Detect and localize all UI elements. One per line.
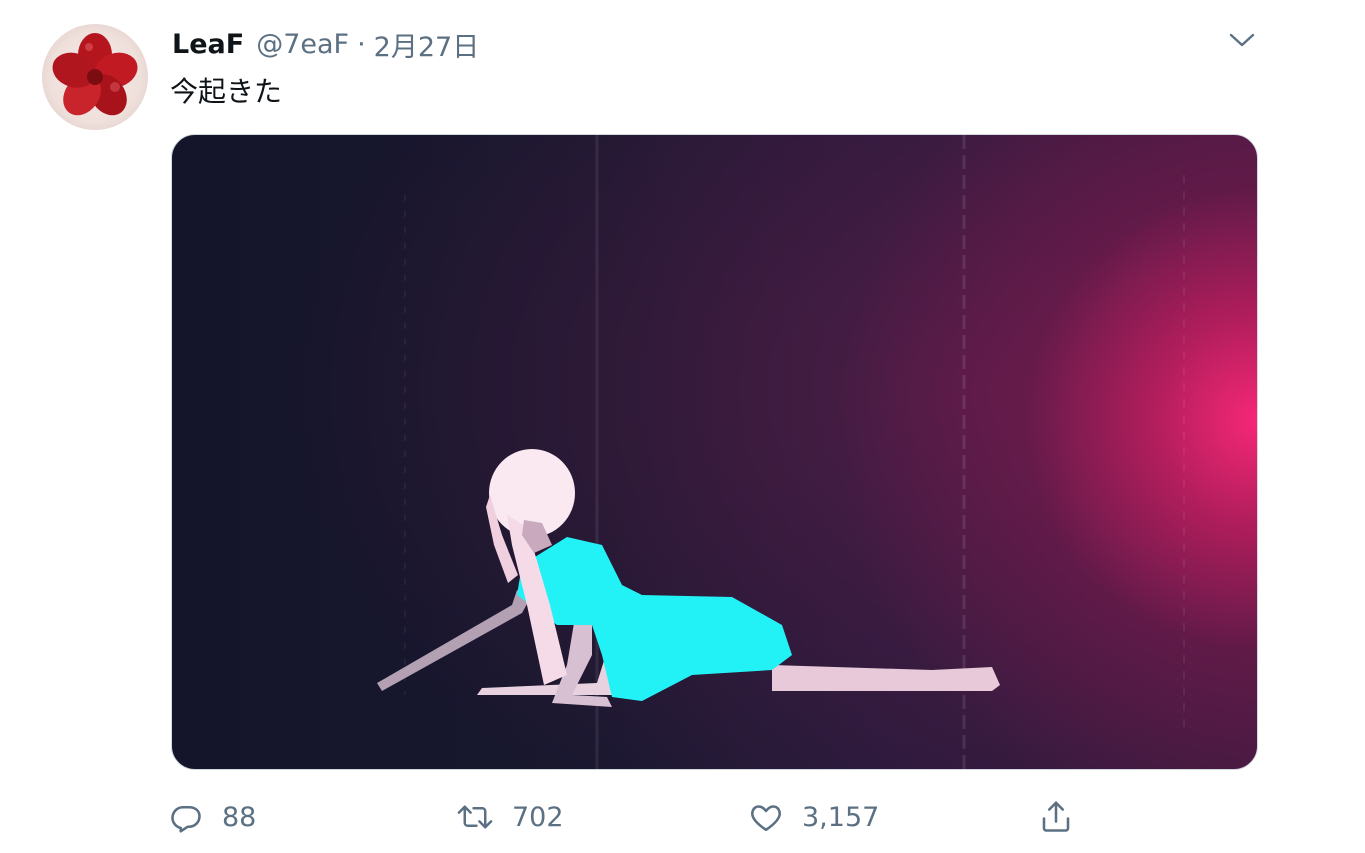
retweet-count: 702 xyxy=(512,801,564,833)
tweet-text: 今起きた xyxy=(170,75,283,108)
share-icon xyxy=(1042,801,1070,832)
separator: · xyxy=(357,28,366,60)
tweet-header: LeaF @7eaF · 2月27日 xyxy=(172,24,479,64)
like-button[interactable]: 3,157 xyxy=(748,792,879,842)
author-handle[interactable]: @7eaF xyxy=(256,29,349,60)
tweet-date[interactable]: 2月27日 xyxy=(374,25,480,64)
red-flower-avatar-icon xyxy=(52,33,138,116)
author-display-name[interactable]: LeaF xyxy=(172,29,244,60)
chevron-down-icon xyxy=(1229,33,1255,47)
like-count: 3,157 xyxy=(802,801,880,833)
reply-count: 88 xyxy=(222,801,257,833)
tweet: LeaF @7eaF · 2月27日 今起きた 88 702 3,157 xyxy=(0,0,1365,853)
retweet-icon xyxy=(457,805,493,829)
reply-button[interactable]: 88 xyxy=(168,792,256,842)
reply-icon xyxy=(171,805,201,833)
heart-icon xyxy=(751,805,781,832)
share-button[interactable] xyxy=(1038,792,1074,842)
retweet-button[interactable]: 702 xyxy=(456,792,564,842)
avatar[interactable] xyxy=(42,24,148,130)
tweet-media[interactable] xyxy=(171,134,1258,770)
tweet-actions: 88 702 3,157 xyxy=(168,792,1268,842)
more-options-button[interactable] xyxy=(1222,24,1262,56)
pixel-art-girl-lying-on-floor-icon xyxy=(377,135,1185,769)
